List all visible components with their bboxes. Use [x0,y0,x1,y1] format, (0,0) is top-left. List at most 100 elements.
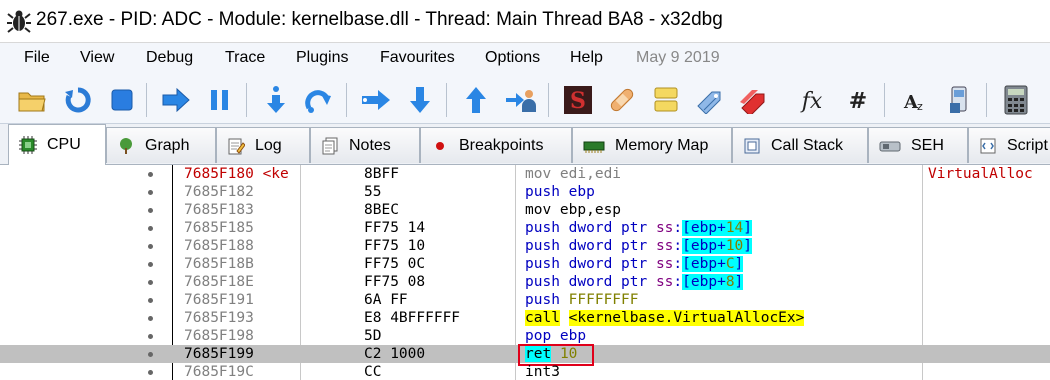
disasm-row[interactable]: 7685F19C CC int3 [0,363,1050,380]
breakpoint-dot[interactable] [148,370,153,375]
disasm-row[interactable]: 7685F180 <ke 8BFF mov edi,edi VirtualAll… [0,165,1050,183]
menu-debug[interactable]: Debug [146,49,193,67]
instruction-cell: push FFFFFFFF [525,292,639,308]
hash-icon[interactable]: # [842,84,874,116]
restart-icon[interactable] [62,84,94,116]
title-bar: 267.exe - PID: ADC - Module: kernelbase.… [0,0,1050,43]
menu-options[interactable]: Options [485,49,540,67]
seh-icon [879,141,901,151]
open-icon[interactable] [16,84,48,116]
stop-icon[interactable] [106,84,138,116]
toolbar: S fx # Az [0,75,1050,124]
tab-memory-map[interactable]: Memory Map [572,127,732,163]
tab-notes[interactable]: Notes [310,127,420,163]
address-cell: 7685F185 [184,220,254,236]
instruction-cell: int3 [525,364,560,380]
address-cell: 7685F19C [184,364,254,380]
tab-label: Memory Map [615,136,709,154]
breakpoint-dot[interactable] [148,208,153,213]
tab-call-stack[interactable]: Call Stack [732,127,868,163]
menu-file[interactable]: File [24,49,50,67]
memory-icon [583,141,605,153]
disasm-row-selected[interactable]: 7685F199 C2 1000 ret 10 [0,344,1050,366]
tab-label: Graph [145,136,190,154]
scylla-icon[interactable]: S [562,84,594,116]
address-cell: 7685F191 [184,292,254,308]
tab-label: Script [1007,136,1048,154]
functions-icon[interactable]: fx [796,84,828,116]
tab-label: CPU [47,136,81,153]
step-into-icon[interactable] [260,84,292,116]
bytes-cell: 5D [364,328,382,344]
calculator-icon[interactable] [1000,84,1032,116]
labels-icon[interactable] [694,84,726,116]
bytes-cell: FF75 14 [364,220,426,236]
menu-plugins[interactable]: Plugins [296,49,348,67]
comments-icon[interactable] [650,84,682,116]
address-cell: 7685F183 [184,202,254,218]
disasm-row[interactable]: 7685F185 FF75 14 push dword ptr ss:[ebp+… [0,219,1050,237]
bytes-cell: E8 4BFFFFFF [364,310,461,326]
tab-label: Log [255,136,282,154]
disassembly-view[interactable]: 7685F180 <ke 8BFF mov edi,edi VirtualAll… [0,165,1050,380]
breakpoint-dot[interactable] [148,262,153,267]
trace-into-icon[interactable] [360,84,392,116]
breakpoint-icon [436,141,444,150]
breakpoint-dot[interactable] [148,280,153,285]
disasm-row[interactable]: 7685F18E FF75 08 push dword ptr ss:[ebp+… [0,273,1050,291]
script-icon [980,138,996,153]
address-cell: 7685F182 [184,184,254,200]
call-stack-icon [744,138,760,153]
disasm-row[interactable]: 7685F188 FF75 10 push dword ptr ss:[ebp+… [0,237,1050,255]
instruction-cell: pop ebp [525,328,587,344]
tab-label: Call Stack [771,136,844,154]
bytes-cell: 55 [364,184,382,200]
tab-cpu[interactable]: CPU [8,124,106,165]
execute-till-return-icon[interactable] [460,84,492,116]
comment-cell: VirtualAlloc [928,166,1033,182]
pause-icon[interactable] [204,84,236,116]
disasm-row[interactable]: 7685F182 55 push ebp [0,183,1050,201]
address-cell: 7685F199 [184,346,254,362]
instruction-cell: push dword ptr ss:[ebp+10] [525,238,753,254]
breakpoint-dot[interactable] [148,334,153,339]
address-cell: 7685F198 [184,328,254,344]
run-icon[interactable] [160,84,192,116]
cpu-icon [19,136,37,154]
case-icon[interactable]: Az [898,84,930,116]
trace-over-icon[interactable] [404,84,436,116]
disasm-row[interactable]: 7685F198 5D pop ebp [0,327,1050,345]
graph-icon [120,137,132,154]
disasm-row[interactable]: 7685F193 E8 4BFFFFFF call <kernelbase.Vi… [0,309,1050,327]
variables-icon[interactable] [944,84,976,116]
run-to-user-code-icon[interactable] [504,84,536,116]
breakpoint-dot[interactable] [148,172,153,177]
tab-breakpoints[interactable]: Breakpoints [420,127,572,163]
menu-help[interactable]: Help [570,49,603,67]
tab-script[interactable]: Script [968,127,1050,163]
bytes-cell: FF75 0C [364,256,426,272]
menu-view[interactable]: View [80,49,114,67]
tab-log[interactable]: Log [216,127,310,163]
breakpoint-dot[interactable] [148,352,153,357]
tab-graph[interactable]: Graph [106,127,216,163]
bookmarks-icon[interactable] [738,84,770,116]
notes-icon [322,137,338,154]
window-title: 267.exe - PID: ADC - Module: kernelbase.… [36,9,723,30]
breakpoint-dot[interactable] [148,226,153,231]
breakpoint-dot[interactable] [148,298,153,303]
tab-label: SEH [911,136,944,154]
tab-seh[interactable]: SEH [868,127,968,163]
menu-trace[interactable]: Trace [225,49,265,67]
instruction-cell: push dword ptr ss:[ebp+C] [525,256,744,272]
disasm-row[interactable]: 7685F18B FF75 0C push dword ptr ss:[ebp+… [0,255,1050,273]
step-over-icon[interactable] [304,84,336,116]
svg-text:#: # [849,89,867,114]
disasm-row[interactable]: 7685F183 8BEC mov ebp,esp [0,201,1050,219]
patch-icon[interactable] [606,84,638,116]
menu-favourites[interactable]: Favourites [380,49,455,67]
disasm-row[interactable]: 7685F191 6A FF push FFFFFFFF [0,291,1050,309]
breakpoint-dot[interactable] [148,244,153,249]
breakpoint-dot[interactable] [148,190,153,195]
breakpoint-dot[interactable] [148,316,153,321]
